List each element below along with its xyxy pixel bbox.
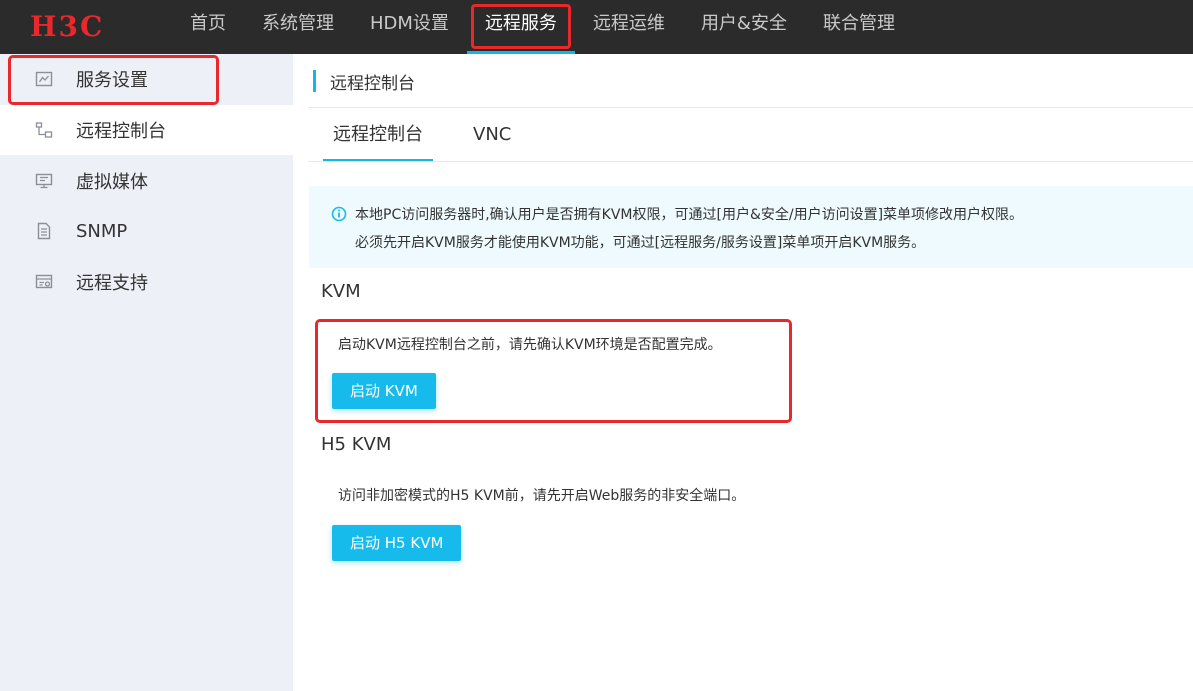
nav-label: 首页 [190,13,226,34]
tab-vnc[interactable]: VNC [463,108,521,162]
nav-label: 系统管理 [262,13,334,34]
nav-home[interactable]: 首页 [172,0,244,54]
tab-remote-console[interactable]: 远程控制台 [323,108,433,162]
nav-label: HDM设置 [370,13,449,34]
highlight-box [315,319,792,423]
page-title: 远程控制台 [330,73,415,94]
nav-system-management[interactable]: 系统管理 [244,0,352,54]
tab-label: VNC [473,124,512,145]
sidebar-item-remote-support[interactable]: 远程支持 [0,257,293,307]
svg-text:H3C: H3C [30,12,104,40]
monitor-icon [35,172,53,190]
sidebar-item-label: 虚拟媒体 [76,172,148,193]
sidebar-item-virtual-media[interactable]: 虚拟媒体 [0,156,293,206]
document-icon [35,222,53,240]
sidebar: 服务设置 远程控制台 虚拟媒体 SNMP 远程支持 [0,54,293,691]
nav-label: 联合管理 [822,13,895,34]
launch-h5-kvm-button[interactable]: 启动 H5 KVM [332,525,462,561]
highlight-box [8,55,219,105]
sidebar-item-label: 远程支持 [76,273,148,294]
main-content: 远程控制台 远程控制台 VNC 本地PC访问服务器时,确认用户是否拥有KVM权限… [293,54,1193,691]
nav-remote-ops[interactable]: 远程运维 [575,0,683,54]
nav-hdm-settings[interactable]: HDM设置 [352,0,467,54]
support-icon [35,273,53,291]
notice-text-line: 必须先开启KVM服务才能使用KVM功能，可通过[远程服务/服务设置]菜单项开启K… [355,235,926,251]
sidebar-item-label: 远程控制台 [76,121,166,142]
nav-federation[interactable]: 联合管理 [805,0,913,54]
sidebar-item-remote-console[interactable]: 远程控制台 [0,105,293,155]
tab-label: 远程控制台 [333,124,423,145]
top-bar: H3C 首页 系统管理 HDM设置 远程服务 远程运维 用户&安全 联合管理 [0,0,1193,54]
h5-kvm-section-title: H5 KVM [321,434,392,455]
main-nav: 首页 系统管理 HDM设置 远程服务 远程运维 用户&安全 联合管理 [172,0,913,54]
tab-bar: 远程控制台 VNC [323,108,551,162]
info-notice: 本地PC访问服务器时,确认用户是否拥有KVM权限，可通过[用户&安全/用户访问设… [309,186,1193,268]
sidebar-item-label: SNMP [76,220,128,242]
nav-label: 用户&安全 [700,13,787,34]
title-accent-bar [313,70,316,92]
h3c-logo[interactable]: H3C [30,12,116,40]
divider [308,161,1193,162]
kvm-section-title: KVM [321,281,361,302]
highlight-box [470,4,571,49]
sidebar-item-snmp[interactable]: SNMP [0,206,293,256]
remote-console-icon [35,121,53,139]
h5-kvm-description: 访问非加密模式的H5 KVM前，请先开启Web服务的非安全端口。 [338,488,746,504]
nav-user-security[interactable]: 用户&安全 [683,0,805,54]
nav-label: 远程运维 [592,13,665,34]
page-header: 远程控制台 [313,68,415,94]
nav-remote-services[interactable]: 远程服务 [466,0,575,54]
info-icon [331,206,347,222]
notice-text-line: 本地PC访问服务器时,确认用户是否拥有KVM权限，可通过[用户&安全/用户访问设… [355,207,1024,223]
